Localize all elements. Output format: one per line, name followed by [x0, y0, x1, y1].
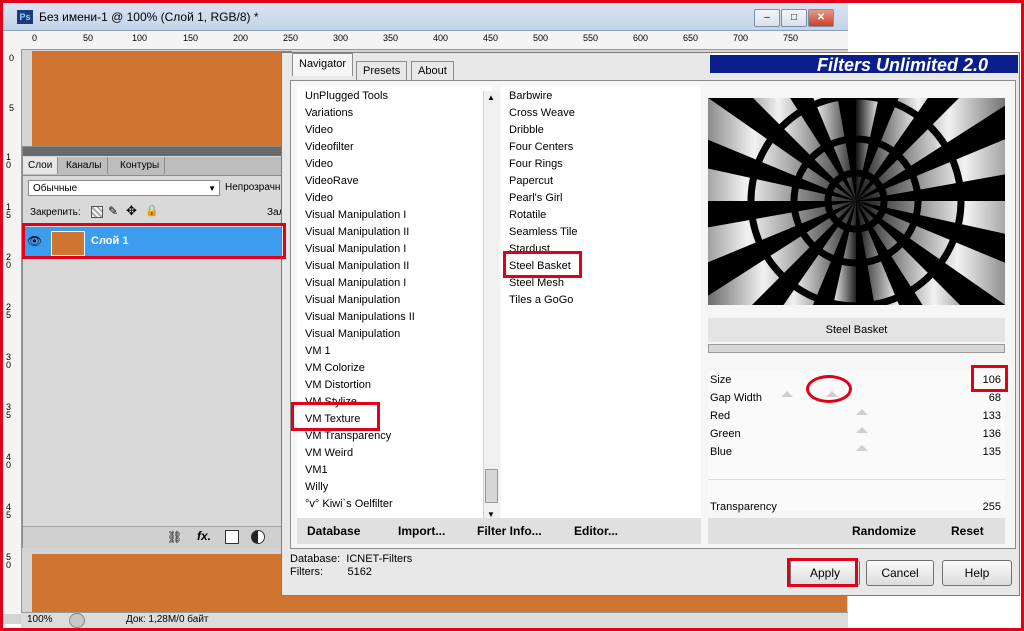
outer-frame [0, 0, 1024, 631]
